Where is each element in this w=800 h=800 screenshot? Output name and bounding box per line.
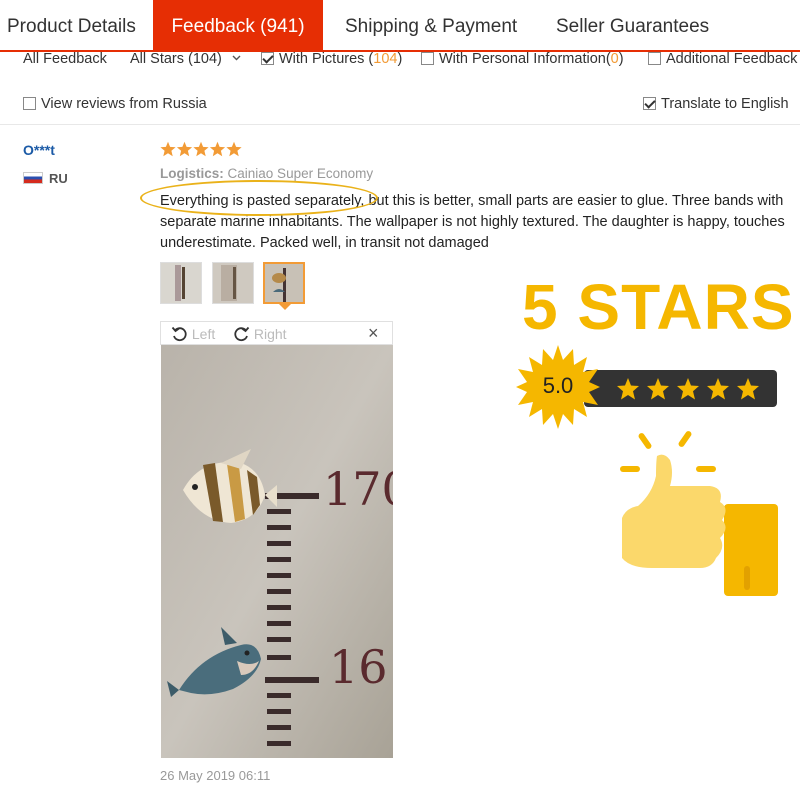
star-icon (176, 141, 193, 157)
reviewer-country: RU (23, 171, 68, 186)
star-icon (617, 378, 639, 400)
feedback-filters: All Feedback All Stars (104) With Pictur… (0, 50, 800, 72)
star-icon (707, 378, 729, 400)
star-icon (160, 141, 176, 157)
review-photo: 170 16 (161, 345, 393, 758)
score-badge: 5.0 (516, 345, 600, 429)
star-icon (677, 378, 699, 400)
review-date: 26 May 2019 06:11 (160, 768, 271, 783)
review-line: underestimate. Packed well, in transit n… (160, 235, 489, 251)
with-pictures-paren: ) (397, 51, 403, 67)
review-thumbnail[interactable] (160, 262, 202, 304)
rotate-right-label: Right (253, 326, 287, 342)
rotate-right-button[interactable]: Right (233, 325, 287, 342)
star-icon (737, 378, 759, 400)
personal-info-paren: ) (618, 51, 624, 67)
ruler-170-label: 170 (323, 462, 393, 516)
score-value: 5.0 (542, 373, 574, 398)
close-icon[interactable]: × (368, 323, 379, 344)
rotate-right-icon (234, 326, 250, 342)
logistics-info: Logistics: Cainiao Super Economy (160, 166, 373, 181)
country-code: RU (49, 171, 68, 186)
personal-info-checkbox[interactable] (421, 52, 434, 65)
with-pictures-filter[interactable]: With Pictures (104) (261, 51, 402, 67)
rotate-left-icon (171, 326, 187, 342)
reviewer-name[interactable]: O***t (23, 142, 55, 158)
tab-feedback[interactable]: Feedback (941) (153, 0, 323, 50)
highlight-ellipse (140, 180, 378, 216)
rotate-left-button[interactable]: Left (171, 325, 215, 342)
rotate-left-label: Left (191, 326, 216, 342)
tab-bar: Product Details Feedback (941) Shipping … (0, 0, 800, 52)
view-russia-checkbox[interactable] (23, 97, 36, 110)
additional-feedback-filter[interactable]: Additional Feedback (648, 51, 797, 67)
with-pictures-checkbox[interactable] (261, 52, 274, 65)
all-feedback-link[interactable]: All Feedback (23, 51, 107, 67)
divider (0, 124, 800, 125)
all-stars-dropdown[interactable]: All Stars (104) (130, 51, 241, 67)
tab-shipping-payment[interactable]: Shipping & Payment (345, 0, 517, 50)
view-russia-option[interactable]: View reviews from Russia (23, 96, 207, 112)
with-pictures-label: With Pictures ( (279, 51, 374, 67)
promo-title: 5 STARS (522, 271, 795, 343)
translate-checkbox[interactable] (643, 97, 656, 110)
translate-option[interactable]: Translate to English (643, 96, 789, 112)
tab-seller-guarantees[interactable]: Seller Guarantees (556, 0, 709, 50)
logistics-value: Cainiao Super Economy (227, 166, 374, 181)
thumbnail-pointer (279, 304, 291, 310)
review-thumbnail-selected[interactable] (263, 262, 305, 304)
russia-flag-icon (23, 172, 43, 184)
chevron-down-icon (232, 55, 241, 61)
all-stars-label: All Stars (104) (130, 51, 222, 67)
star-icon (226, 141, 242, 157)
logistics-label: Logistics: (160, 166, 224, 181)
additional-feedback-checkbox[interactable] (648, 52, 661, 65)
personal-info-count: 0 (610, 51, 619, 67)
view-russia-label: View reviews from Russia (41, 96, 207, 112)
tab-product-details[interactable]: Product Details (7, 0, 136, 50)
with-pictures-count: 104 (373, 51, 398, 67)
image-viewer-toolbar: Left Right × (160, 321, 393, 345)
ruler-160-label: 16 (329, 640, 388, 694)
star-icon (647, 378, 669, 400)
star-icon (209, 141, 226, 157)
thumbs-up-icon (620, 431, 778, 596)
personal-info-label: With Personal Information( (439, 51, 611, 67)
rating-bar (584, 370, 777, 407)
review-star-rating (160, 140, 244, 163)
star-icon (193, 141, 209, 157)
translate-label: Translate to English (661, 96, 789, 112)
personal-info-filter[interactable]: With Personal Information(0) (421, 51, 624, 67)
review-thumbnail[interactable] (212, 262, 254, 304)
additional-feedback-label: Additional Feedback (666, 51, 798, 67)
